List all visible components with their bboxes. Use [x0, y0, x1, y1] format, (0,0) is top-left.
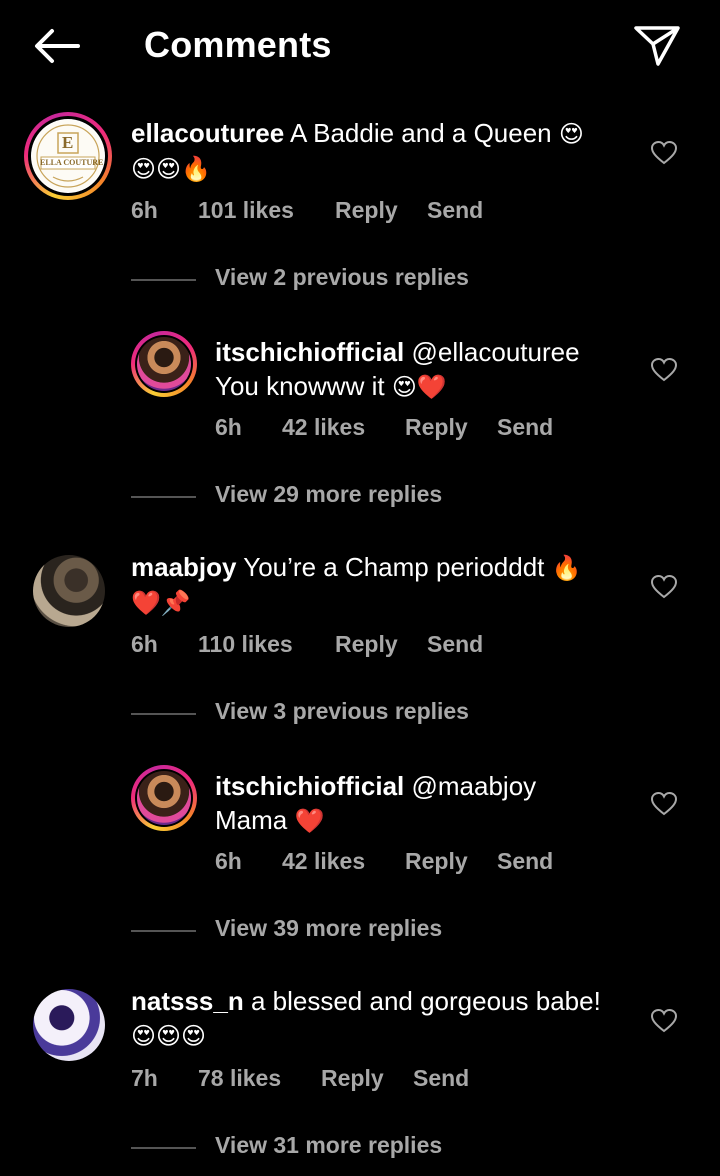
- divider: [131, 930, 196, 932]
- comment-mention[interactable]: @ellacouturee: [412, 337, 580, 367]
- view-replies-label[interactable]: View 31 more replies: [215, 1132, 442, 1159]
- send-button[interactable]: Send: [413, 1065, 469, 1092]
- comment-emoji: ❤️📌: [131, 589, 191, 617]
- comment-likes[interactable]: 42 likes: [282, 414, 365, 441]
- like-heart-icon[interactable]: [650, 140, 678, 165]
- comment-time: 6h: [215, 414, 242, 440]
- reply-button[interactable]: Reply: [335, 197, 398, 224]
- comment-text: a blessed and gorgeous babe!: [250, 986, 601, 1016]
- divider: [131, 496, 196, 498]
- view-replies-label[interactable]: View 3 previous replies: [215, 698, 469, 725]
- view-replies-label[interactable]: View 2 previous replies: [215, 264, 469, 291]
- comment-text: A Baddie and a Queen: [289, 118, 552, 148]
- comment-body: natsss_n a blessed and gorgeous babe! 😍😍…: [131, 984, 631, 1053]
- comment-emoji: 😍😍🔥: [131, 155, 211, 183]
- direct-send-icon[interactable]: [632, 22, 682, 68]
- reply-button[interactable]: Reply: [405, 414, 468, 441]
- comment-username[interactable]: maabjoy: [131, 552, 237, 582]
- divider: [131, 1147, 196, 1149]
- avatar[interactable]: [33, 989, 105, 1061]
- header: Comments: [0, 0, 720, 92]
- comment-likes[interactable]: 78 likes: [198, 1065, 281, 1092]
- view-replies-label[interactable]: View 29 more replies: [215, 481, 442, 508]
- comment-time: 6h: [131, 197, 158, 223]
- comment-body: maabjoy You’re a Champ periodddt 🔥 ❤️📌: [131, 550, 621, 620]
- comment-emoji: 😍: [558, 120, 584, 148]
- comment-emoji: 🔥: [551, 554, 582, 582]
- send-button[interactable]: Send: [497, 414, 553, 441]
- like-heart-icon[interactable]: [650, 791, 678, 816]
- comment-likes[interactable]: 42 likes: [282, 848, 365, 875]
- send-button[interactable]: Send: [427, 631, 483, 658]
- comment-likes[interactable]: 101 likes: [198, 197, 294, 224]
- send-button[interactable]: Send: [427, 197, 483, 224]
- comment-text: You’re a Champ periodddt: [243, 552, 545, 582]
- back-arrow-icon[interactable]: [30, 26, 82, 66]
- comment-text: Mama: [215, 805, 288, 835]
- send-button[interactable]: Send: [497, 848, 553, 875]
- page-title: Comments: [144, 24, 332, 65]
- reply-button[interactable]: Reply: [405, 848, 468, 875]
- divider: [131, 279, 196, 281]
- avatar[interactable]: [131, 331, 197, 397]
- comment-body: ellacouturee A Baddie and a Queen 😍 😍😍🔥: [131, 116, 621, 186]
- avatar[interactable]: [33, 555, 105, 627]
- comment-emoji: 😍😍😍: [131, 1022, 207, 1050]
- avatar-monogram: E: [62, 133, 74, 152]
- comment-body: itschichiofficial @maabjoy Mama ❤️: [215, 769, 635, 838]
- avatar[interactable]: [131, 765, 197, 831]
- comment-username[interactable]: natsss_n: [131, 986, 244, 1016]
- comment-emoji: ❤️: [294, 807, 325, 835]
- comment-mention[interactable]: @maabjoy: [412, 771, 537, 801]
- comment-time: 7h: [131, 1065, 158, 1091]
- comment-text: You knowww it: [215, 371, 385, 401]
- reply-button[interactable]: Reply: [335, 631, 398, 658]
- comment-username[interactable]: ellacouturee: [131, 118, 284, 148]
- avatar[interactable]: E ELLA COUTURE: [24, 112, 112, 200]
- avatar-brand-label: ELLA COUTURE: [40, 158, 104, 167]
- view-replies-label[interactable]: View 39 more replies: [215, 915, 442, 942]
- comment-time: 6h: [131, 631, 158, 657]
- like-heart-icon[interactable]: [650, 1008, 678, 1033]
- comment-emoji: 😍❤️: [391, 373, 447, 401]
- comment-time: 6h: [215, 848, 242, 874]
- comment-username[interactable]: itschichiofficial: [215, 337, 404, 367]
- like-heart-icon[interactable]: [650, 357, 678, 382]
- like-heart-icon[interactable]: [650, 574, 678, 599]
- comment-username[interactable]: itschichiofficial: [215, 771, 404, 801]
- comment-likes[interactable]: 110 likes: [198, 631, 293, 658]
- divider: [131, 713, 196, 715]
- reply-button[interactable]: Reply: [321, 1065, 384, 1092]
- comment-body: itschichiofficial @ellacouturee You know…: [215, 335, 635, 404]
